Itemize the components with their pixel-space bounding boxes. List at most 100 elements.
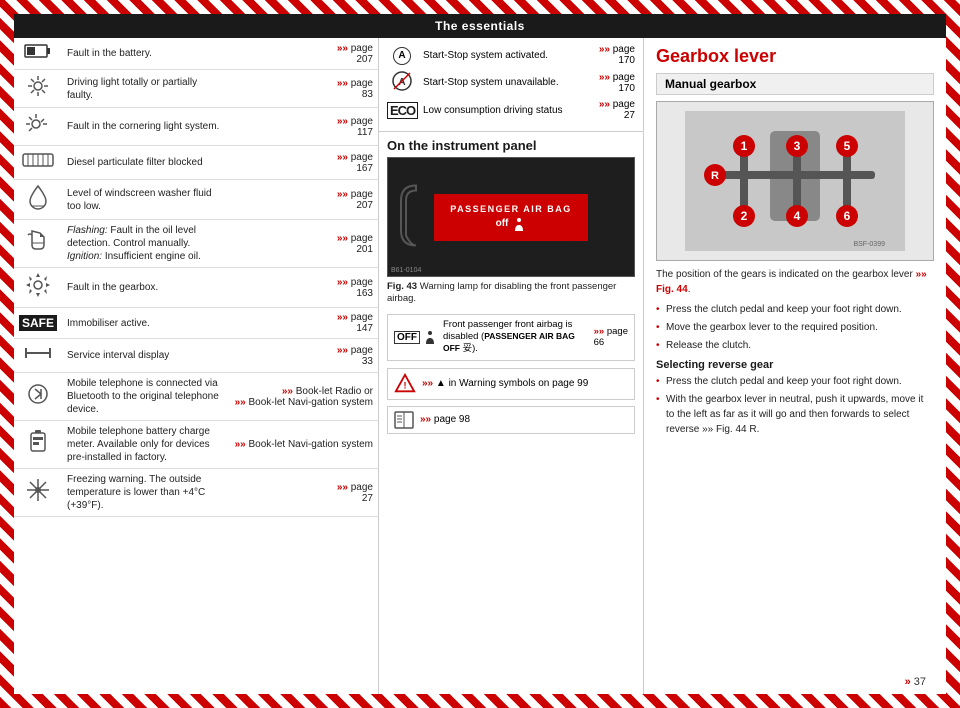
gear-shift-pattern-svg: 1 2 3 4 5 — [685, 111, 905, 251]
filter-desc: Diesel particulate filter blocked — [62, 146, 230, 180]
person-icon — [512, 217, 526, 231]
eco-icon: ECO — [387, 102, 417, 118]
svg-text:1: 1 — [741, 139, 748, 153]
svg-text:5: 5 — [844, 139, 851, 153]
start-stop-on-desc: Start-Stop system activated. — [423, 49, 593, 62]
start-stop-off-desc: Start-Stop system unavailable. — [423, 76, 593, 89]
bullet-move: Move the gearbox lever to the required p… — [656, 320, 934, 335]
freeze-icon — [25, 477, 51, 503]
oil-icon-cell — [14, 220, 62, 268]
symbol-row-start-stop-off: A Start-Stop system unavailable. »» page… — [387, 70, 635, 95]
filter-icon-cell — [14, 146, 62, 180]
washer-desc: Level of windscreen washer fluid too low… — [62, 180, 230, 220]
page-number-row: » 37 — [905, 676, 926, 688]
driving-light-page: »» page83 — [230, 70, 378, 108]
table-row: Freezing warning. The outside temperatur… — [14, 469, 378, 517]
left-column: Fault in the battery. »» page207 — [14, 38, 379, 694]
off-symbol: OFF — [394, 330, 437, 344]
warning-note-text: »» ▲ in Warning symbols on page 99 — [422, 378, 588, 389]
page-chevron: » — [905, 676, 911, 688]
airbag-info-box: OFF Front passenger front airbag is disa… — [387, 314, 635, 361]
gear-fault-desc: Fault in the gearbox. — [62, 268, 230, 308]
battery-meter-page: »» Book-let Navi-gation system — [230, 421, 378, 469]
battery-fault-desc: Fault in the battery. — [62, 38, 230, 70]
freeze-icon-cell — [14, 469, 62, 517]
panel-section-title: On the instrument panel — [379, 132, 643, 157]
gear-fig-caption: Fig. 44 Gear shift pattern of a 5 or 6-s… — [657, 260, 933, 261]
content-area: Fault in the battery. »» page207 — [14, 38, 946, 694]
steering-wheel-hint — [396, 181, 436, 251]
gear-fault-icon-cell — [14, 268, 62, 308]
washer-page: »» page207 — [230, 180, 378, 220]
start-stop-on-page: »» page170 — [599, 44, 635, 66]
middle-top-symbols: A Start-Stop system activated. »» page17… — [379, 38, 643, 132]
table-row: Fault in the battery. »» page207 — [14, 38, 378, 70]
battery-fault-page: »» page207 — [230, 38, 378, 70]
header-bar: The essentials — [14, 14, 946, 38]
svg-text:BSF-0399: BSF-0399 — [853, 241, 885, 248]
bluetooth-icon — [27, 381, 49, 407]
battery-icon-cell — [14, 38, 62, 70]
eco-desc: Low consumption driving status — [423, 104, 593, 117]
bluetooth-phone-page: »» Book-let Radio or»» Book-let Navi-gat… — [230, 373, 378, 421]
warning-note: ! »» ▲ in Warning symbols on page 99 — [387, 368, 635, 400]
safe-text-icon: SAFE — [19, 315, 57, 331]
table-row: Driving light totally or partially fault… — [14, 70, 378, 108]
svg-text:!: ! — [403, 380, 406, 390]
gearbox-diagram: 1 2 3 4 5 — [656, 101, 934, 261]
oil-page: »» page201 — [230, 220, 378, 268]
svg-text:4: 4 — [794, 209, 801, 223]
symbol-row-start-stop-on: A Start-Stop system activated. »» page17… — [387, 44, 635, 66]
page-link-text: »» page 98 — [420, 414, 470, 425]
middle-column: A Start-Stop system activated. »» page17… — [379, 38, 644, 694]
table-row: Mobile telephone is connected via Blueto… — [14, 373, 378, 421]
table-row: Level of windscreen washer fluid too low… — [14, 180, 378, 220]
airbag-info-text: Front passenger front airbag is disabled… — [443, 319, 588, 356]
safe-icon-cell: SAFE — [14, 308, 62, 339]
airbag-label: PASSENGER AIR BAG — [450, 204, 572, 214]
bullet-reverse-clutch: Press the clutch pedal and keep your foo… — [656, 374, 934, 389]
oil-level-icon — [24, 227, 52, 255]
manual-gearbox-subtitle: Manual gearbox — [656, 73, 934, 95]
image-id: B61-0104 — [391, 267, 421, 274]
gear-fault-icon — [25, 272, 51, 298]
bullet-release: Release the clutch. — [656, 338, 934, 353]
service-interval-page: »» page33 — [230, 339, 378, 373]
eco-page: »» page27 — [599, 99, 635, 121]
right-column: Gearbox lever Manual gearbox — [644, 38, 946, 694]
washer-icon-cell — [14, 180, 62, 220]
bluetooth-phone-desc: Mobile telephone is connected via Blueto… — [62, 373, 230, 421]
page-number: 37 — [914, 676, 926, 688]
start-stop-unavailable-icon: A — [391, 70, 413, 92]
fig43-caption: Fig. 43 Warning lamp for disabling the f… — [379, 277, 643, 310]
filter-page: »» page167 — [230, 146, 378, 180]
bullet-reverse-lever: With the gearbox lever in neutral, push … — [656, 392, 934, 437]
svg-text:3: 3 — [794, 139, 801, 153]
instrument-panel-image: PASSENGER AIR BAG off B61-0104 — [387, 157, 635, 277]
header-title: The essentials — [435, 19, 525, 33]
table-row: Diesel particulate filter blocked »» pag… — [14, 146, 378, 180]
light-icon-cell — [14, 70, 62, 108]
freeze-page: »» page27 — [230, 469, 378, 517]
table-row: Fault in the gearbox. »» page163 — [14, 268, 378, 308]
battery-icon — [24, 42, 52, 60]
start-stop-on-icon: A — [387, 45, 417, 65]
gear-fault-page: »» page163 — [230, 268, 378, 308]
person-off-icon — [423, 330, 437, 344]
airbag-info-page: »» page66 — [594, 326, 628, 348]
page-link-row: »» page 98 — [387, 406, 635, 434]
immobiliser-page: »» page147 — [230, 308, 378, 339]
battery-meter-icon — [27, 429, 49, 455]
reverse-gear-title: Selecting reverse gear — [656, 359, 934, 371]
driving-light-desc: Driving light totally or partially fault… — [62, 70, 230, 108]
diesel-filter-icon — [22, 150, 54, 170]
oil-desc: Flashing: Fault in the oil level detecti… — [62, 220, 230, 268]
svg-text:R: R — [711, 170, 719, 182]
battery-meter-desc: Mobile telephone battery charge meter. A… — [62, 421, 230, 469]
start-stop-off-page: »» page170 — [599, 72, 635, 94]
service-interval-icon-cell — [14, 339, 62, 373]
freeze-desc: Freezing warning. The outside temperatur… — [62, 469, 230, 517]
cornering-light-desc: Fault in the cornering light system. — [62, 108, 230, 146]
battery-meter-icon-cell — [14, 421, 62, 469]
table-row: SAFE Immobiliser active. »» page147 — [14, 308, 378, 339]
